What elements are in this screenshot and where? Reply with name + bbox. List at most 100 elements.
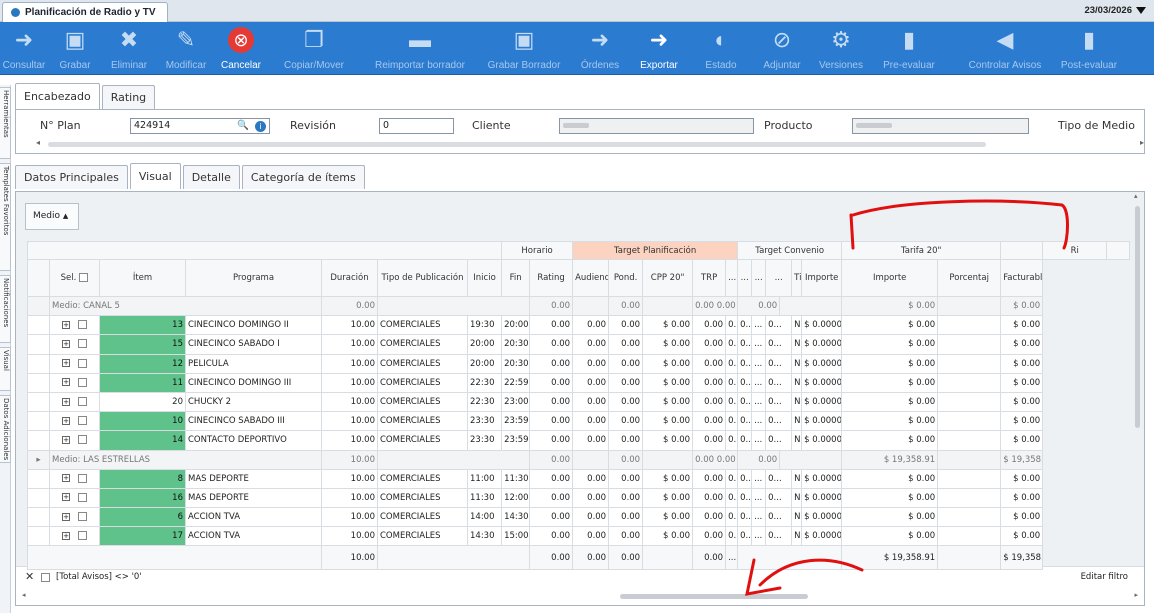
col-header-11[interactable]: TRP bbox=[692, 259, 727, 297]
row-checkbox[interactable] bbox=[78, 339, 87, 349]
row-select-cell[interactable]: + bbox=[49, 526, 100, 547]
window-tab[interactable]: Planificación de Radio y TV bbox=[2, 2, 168, 22]
col-header-16[interactable]: Tipo bbox=[791, 259, 803, 297]
hscroll-left-icon[interactable]: ◂ bbox=[22, 591, 26, 599]
toolbar-estado-button[interactable]: ◐ Estado bbox=[697, 22, 745, 75]
col-header-12[interactable]: ... bbox=[725, 259, 739, 297]
row-select-cell[interactable]: + bbox=[49, 507, 100, 528]
row-checkbox[interactable] bbox=[78, 320, 87, 330]
scroll-up-icon[interactable]: ▴ bbox=[1134, 192, 1138, 200]
tab-visual[interactable]: Visual bbox=[129, 163, 181, 189]
search-icon[interactable]: 🔍 bbox=[237, 119, 249, 133]
group-label[interactable]: Medio: LAS ESTRELLAS bbox=[49, 449, 322, 470]
col-header-19[interactable]: Porcentaj bbox=[937, 259, 1002, 297]
row-select-cell[interactable]: + bbox=[49, 468, 100, 489]
row-select-cell[interactable]: + bbox=[49, 411, 100, 432]
row-checkbox[interactable] bbox=[78, 397, 87, 407]
toolbar-grabar-button[interactable]: ▣ Grabar bbox=[54, 22, 96, 75]
col-header-10[interactable]: CPP 20" bbox=[642, 259, 694, 297]
revision-field[interactable]: 0 bbox=[379, 118, 454, 134]
side-tab-0[interactable]: Herramientas bbox=[0, 87, 11, 159]
col-header-13[interactable]: ... bbox=[737, 259, 753, 297]
col-header-20[interactable]: Facturable bbox=[1000, 259, 1044, 297]
expand-plus-icon[interactable]: + bbox=[62, 397, 70, 406]
group-label[interactable]: Medio: CANAL 5 bbox=[49, 295, 322, 317]
expand-plus-icon[interactable]: + bbox=[62, 339, 70, 348]
producto-field[interactable] bbox=[852, 118, 1029, 134]
side-tab-3[interactable]: Visual bbox=[0, 347, 11, 391]
hscroll-thumb[interactable] bbox=[620, 594, 808, 599]
side-tab-4[interactable]: Datos Adicionales bbox=[0, 395, 11, 463]
col-header-9[interactable]: Pond. bbox=[608, 259, 644, 297]
toolbar-versiones-button[interactable]: ⚙ Versiones bbox=[813, 22, 869, 75]
cliente-field[interactable] bbox=[559, 118, 754, 134]
col-header-6[interactable]: Fin bbox=[501, 259, 531, 297]
toolbar-controlar-avisos-button[interactable]: ◀ Controlar Avisos bbox=[961, 22, 1049, 75]
header-scrollbar[interactable]: ◂ ▸ bbox=[36, 138, 1144, 150]
row-select-cell[interactable]: + bbox=[49, 430, 100, 451]
info-icon[interactable]: i bbox=[255, 121, 266, 132]
expand-plus-icon[interactable]: + bbox=[62, 493, 70, 502]
tab-rating[interactable]: Rating bbox=[101, 85, 156, 109]
expand-plus-icon[interactable]: + bbox=[62, 359, 70, 368]
toolbar-pre-evaluar-button[interactable]: ▮ Pre-evaluar bbox=[882, 22, 936, 75]
col-header-14[interactable]: ... bbox=[751, 259, 767, 297]
row-checkbox[interactable] bbox=[78, 435, 87, 445]
row-checkbox[interactable] bbox=[78, 377, 87, 387]
scroll-thumb[interactable] bbox=[48, 142, 986, 147]
row-checkbox[interactable] bbox=[78, 416, 87, 426]
tab-detalle[interactable]: Detalle bbox=[182, 165, 240, 189]
expand-plus-icon[interactable]: + bbox=[62, 512, 70, 521]
toolbar-exportar-button[interactable]: ➜ Exportar bbox=[633, 22, 685, 75]
toolbar-grabar-borrador-button[interactable]: ▣ Grabar Borrador bbox=[480, 22, 568, 75]
col-header-15[interactable]: ... bbox=[765, 259, 793, 297]
clear-filter-icon[interactable]: ✕ bbox=[25, 570, 34, 583]
row-select-cell[interactable]: + bbox=[49, 391, 100, 413]
col-header-8[interactable]: Audiencia bbox=[572, 259, 610, 297]
expand-plus-icon[interactable]: + bbox=[62, 378, 70, 387]
toolbar-eliminar-button[interactable]: ✖ Eliminar bbox=[104, 22, 154, 75]
toolbar-copiar-mover-button[interactable]: ❐ Copiar/Mover bbox=[268, 22, 360, 75]
row-checkbox[interactable] bbox=[78, 512, 87, 522]
toolbar--rdenes-button[interactable]: ➜ Órdenes bbox=[570, 22, 630, 75]
toolbar-post-evaluar-button[interactable]: ▮ Post-evaluar bbox=[1056, 22, 1122, 75]
group-by-medio-button[interactable]: Medio ▲ bbox=[25, 203, 79, 230]
col-header-17[interactable]: Importe bbox=[801, 259, 843, 297]
expand-plus-icon[interactable]: + bbox=[62, 435, 70, 444]
col-header-3[interactable]: Duración bbox=[321, 259, 378, 297]
toolbar-reimportar-borrador-button[interactable]: ▬ Reimportar borrador bbox=[365, 22, 475, 75]
col-header-2[interactable]: Programa bbox=[185, 259, 322, 297]
row-select-cell[interactable]: + bbox=[49, 487, 100, 509]
row-checkbox[interactable] bbox=[78, 358, 87, 368]
tab-encabezado[interactable]: Encabezado bbox=[15, 83, 100, 109]
select-all-checkbox[interactable] bbox=[79, 273, 89, 282]
row-select-cell[interactable]: + bbox=[49, 372, 100, 393]
toolbar-modificar-button[interactable]: ✎ Modificar bbox=[160, 22, 212, 75]
expand-plus-icon[interactable]: + bbox=[62, 320, 70, 329]
scroll-right-icon[interactable]: ▸ bbox=[1140, 138, 1144, 147]
toolbar-cancelar-button[interactable]: ⊗ Cancelar bbox=[218, 22, 264, 75]
edit-filter-link[interactable]: Editar filtro bbox=[1081, 572, 1128, 582]
col-header-7[interactable]: Rating bbox=[529, 259, 574, 297]
row-checkbox[interactable] bbox=[78, 492, 87, 502]
expand-plus-icon[interactable]: + bbox=[62, 416, 70, 425]
row-select-cell[interactable]: + bbox=[49, 353, 100, 374]
row-checkbox[interactable] bbox=[78, 473, 87, 483]
side-tab-2[interactable]: Notificaciones bbox=[0, 275, 11, 343]
nplan-field[interactable]: 424914 🔍 i bbox=[130, 118, 270, 134]
toolbar-consultar-button[interactable]: ➜ Consultar bbox=[0, 22, 48, 75]
filter-checkbox[interactable] bbox=[41, 573, 50, 582]
toolbar-adjuntar-button[interactable]: ⊘ Adjuntar bbox=[756, 22, 808, 75]
scroll-left-icon[interactable]: ◂ bbox=[36, 138, 40, 147]
col-header-18[interactable]: Importe bbox=[841, 259, 939, 297]
col-header-1[interactable]: Ítem bbox=[99, 259, 186, 297]
expand-plus-icon[interactable]: + bbox=[62, 474, 70, 483]
horizontal-scrollbar[interactable]: ◂ ▸ bbox=[16, 588, 1144, 605]
row-select-cell[interactable]: + bbox=[49, 334, 100, 355]
date-display[interactable]: 23/03/2026 bbox=[1084, 5, 1146, 16]
vscroll-thumb[interactable] bbox=[1135, 206, 1140, 428]
tab-datos-principales[interactable]: Datos Principales bbox=[15, 165, 128, 189]
col-header-4[interactable]: Tipo de Publicación bbox=[377, 259, 468, 297]
col-header-5[interactable]: Inicio bbox=[466, 259, 503, 297]
expand-plus-icon[interactable]: + bbox=[62, 531, 70, 540]
